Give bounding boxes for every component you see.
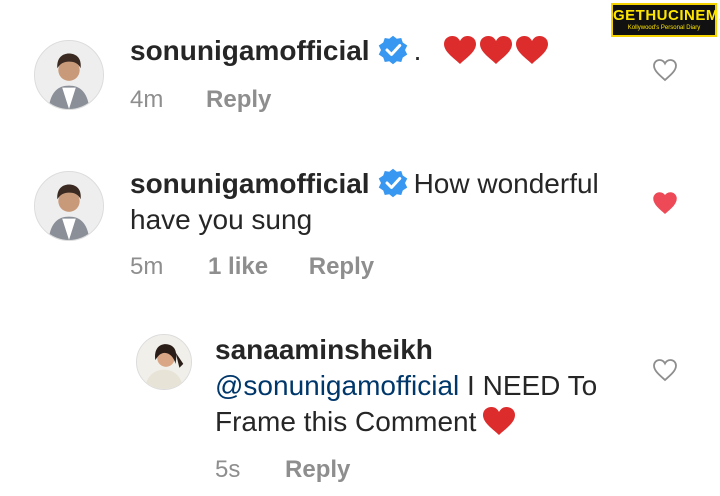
comment-body: .	[413, 35, 422, 66]
avatar[interactable]	[34, 171, 104, 241]
red-heart-emoji-icon	[479, 35, 513, 65]
comment-meta: 4m Reply	[130, 86, 271, 114]
like-button[interactable]	[652, 191, 678, 215]
mention-link[interactable]: @sonunigamofficial	[215, 370, 459, 401]
comment-line: @sonunigamofficial I NEED To	[215, 368, 655, 404]
comment-body: I NEED To	[467, 370, 598, 401]
red-heart-emoji-icon	[482, 406, 516, 436]
comment-meta: 5m 1 like Reply	[130, 253, 374, 281]
profile-photo-icon	[137, 335, 191, 389]
watermark-tagline: Kollywood's Personal Diary	[627, 25, 701, 31]
watermark-logo: GETHUCINEMA Kollywood's Personal Diary	[611, 3, 720, 37]
watermark-brand: GETHUCINEMA	[613, 7, 720, 24]
comment-body-continued: Frame this Comment	[215, 406, 477, 437]
comment-text: sonunigamofficial How wonderful have you …	[130, 166, 630, 238]
avatar[interactable]	[34, 40, 104, 110]
comment-body: How wonderful	[413, 168, 599, 199]
username[interactable]: sonunigamofficial	[130, 168, 370, 199]
red-heart-emoji-icon	[515, 35, 549, 65]
reply-button[interactable]: Reply	[285, 456, 350, 484]
heart-outline-icon	[653, 359, 677, 382]
comment-meta: 5s Reply	[215, 456, 350, 484]
comment-line: Frame this Comment	[215, 404, 655, 440]
like-button[interactable]	[652, 58, 678, 82]
likes-count-link[interactable]: 1 like	[208, 253, 268, 281]
verified-badge-icon	[378, 168, 408, 198]
timestamp: 5m	[130, 253, 164, 280]
comment-text: sanaaminsheikh @sonunigamofficial I NEED…	[215, 332, 655, 440]
avatar[interactable]	[136, 334, 192, 390]
timestamp: 4m	[130, 86, 164, 113]
timestamp: 5s	[215, 456, 241, 483]
comment-line: sonunigamofficial How wonderful	[130, 166, 630, 202]
verified-badge-icon	[378, 35, 408, 65]
username[interactable]: sanaaminsheikh	[215, 332, 655, 368]
heart-filled-icon	[653, 192, 677, 215]
profile-photo-icon	[35, 172, 103, 240]
username[interactable]: sonunigamofficial	[130, 35, 370, 66]
like-button[interactable]	[652, 358, 678, 382]
profile-photo-icon	[35, 41, 103, 109]
heart-outline-icon	[653, 59, 677, 82]
comment-text: sonunigamofficial.	[130, 33, 549, 69]
red-heart-emoji-icon	[443, 35, 477, 65]
comment-body-continued: have you sung	[130, 204, 313, 235]
reply-button[interactable]: Reply	[206, 86, 271, 114]
reply-button[interactable]: Reply	[309, 253, 374, 281]
